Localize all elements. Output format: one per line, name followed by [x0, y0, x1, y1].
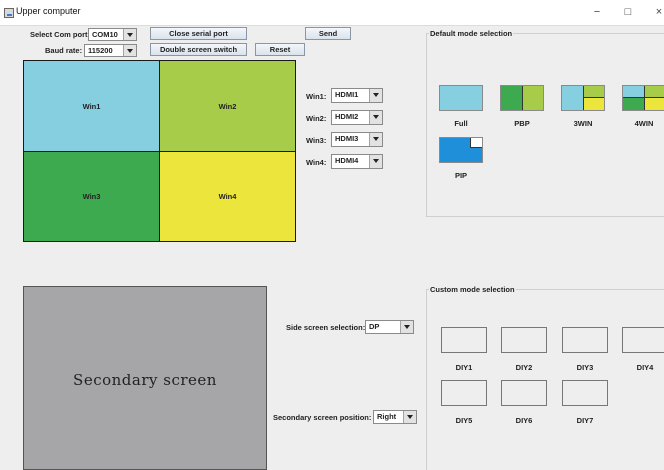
send-button[interactable]: Send	[305, 27, 351, 40]
win2-source-value: HDMI2	[335, 112, 359, 121]
win4-source-select[interactable]: HDMI4	[331, 154, 383, 169]
win3-panel[interactable]: Win3	[23, 151, 160, 242]
secondary-screen-panel[interactable]: Secondary screen	[23, 286, 267, 470]
diy2-preview	[501, 327, 547, 353]
diy3-label: DIY3	[576, 363, 594, 372]
diy5-preview	[441, 380, 487, 406]
close-serial-port-button[interactable]: Close serial port	[150, 27, 247, 40]
chevron-down-icon[interactable]	[369, 155, 382, 168]
side-screen-label: Side screen selection:	[286, 323, 366, 332]
win2-panel[interactable]: Win2	[159, 60, 296, 152]
window-title: Upper computer	[16, 6, 81, 16]
mode-3win[interactable]: 3WIN	[561, 85, 605, 129]
diy5-label: DIY5	[455, 416, 473, 425]
diy7-label: DIY7	[576, 416, 594, 425]
title-bar: Upper computer − □ ×	[0, 0, 664, 26]
diy3-preview	[562, 327, 608, 353]
diy4-label: DIY4	[636, 363, 654, 372]
win4-source-label: Win4:	[306, 158, 327, 167]
mode-4win[interactable]: 4WIN	[622, 85, 664, 129]
chevron-down-icon[interactable]	[400, 321, 413, 333]
chevron-down-icon[interactable]	[369, 89, 382, 102]
diy2-label: DIY2	[515, 363, 533, 372]
pip-layout-icon	[439, 137, 483, 163]
secondary-position-label: Secondary screen position:	[273, 413, 372, 422]
default-mode-title: Default mode selection	[429, 29, 514, 38]
diy6-label: DIY6	[515, 416, 533, 425]
win2-source-label: Win2:	[306, 114, 327, 123]
full-layout-icon	[439, 85, 483, 111]
mode-pbp[interactable]: PBP	[500, 85, 544, 129]
close-button[interactable]: ×	[650, 4, 664, 20]
mode-4win-label: 4WIN	[634, 119, 654, 128]
mode-full-label: Full	[454, 119, 468, 128]
secondary-screen-label: Secondary screen	[73, 371, 217, 389]
chevron-down-icon[interactable]	[403, 411, 416, 423]
pbp-layout-icon	[500, 85, 544, 111]
mode-pip-label: PIP	[454, 171, 468, 180]
maximize-button[interactable]: □	[619, 4, 637, 20]
secondary-position-select[interactable]: Right	[373, 410, 417, 424]
com-port-value: COM10	[92, 30, 118, 39]
mode-full[interactable]: Full	[439, 85, 483, 129]
diy1-slot[interactable]: DIY1	[441, 327, 487, 373]
chevron-down-icon[interactable]	[123, 45, 136, 56]
double-screen-switch-button[interactable]: Double screen switch	[150, 43, 247, 56]
win4-source-value: HDMI4	[335, 156, 359, 165]
custom-mode-title: Custom mode selection	[429, 285, 516, 294]
reset-button[interactable]: Reset	[255, 43, 305, 56]
side-screen-value: DP	[369, 322, 380, 331]
mode-pbp-label: PBP	[514, 119, 530, 128]
com-port-label: Select Com port :	[30, 30, 93, 39]
win1-source-select[interactable]: HDMI1	[331, 88, 383, 103]
win1-source-value: HDMI1	[335, 90, 359, 99]
mode-3win-label: 3WIN	[573, 119, 593, 128]
diy2-slot[interactable]: DIY2	[501, 327, 547, 373]
diy4-slot[interactable]: DIY4	[622, 327, 664, 373]
diy7-preview	[562, 380, 608, 406]
chevron-down-icon[interactable]	[369, 133, 382, 146]
mode-pip[interactable]: PIP	[439, 137, 483, 181]
default-mode-group: Default mode selection Full PBP 3WIN 4WI…	[426, 29, 664, 217]
diy7-slot[interactable]: DIY7	[562, 380, 608, 426]
secondary-position-value: Right	[377, 412, 397, 421]
app-icon	[4, 8, 14, 18]
custom-mode-group: Custom mode selection DIY1 DIY2 DIY3 DIY…	[426, 285, 664, 470]
win2-source-select[interactable]: HDMI2	[331, 110, 383, 125]
win3-source-value: HDMI3	[335, 134, 359, 143]
baud-rate-value: 115200	[88, 46, 113, 55]
win4-panel[interactable]: Win4	[159, 151, 296, 242]
win1-source-label: Win1:	[306, 92, 327, 101]
side-screen-select[interactable]: DP	[365, 320, 414, 334]
diy5-slot[interactable]: DIY5	[441, 380, 487, 426]
chevron-down-icon[interactable]	[369, 111, 382, 124]
diy3-slot[interactable]: DIY3	[562, 327, 608, 373]
baud-rate-label: Baud rate:	[45, 46, 83, 55]
diy6-slot[interactable]: DIY6	[501, 380, 547, 426]
win3-source-select[interactable]: HDMI3	[331, 132, 383, 147]
chevron-down-icon[interactable]	[123, 29, 136, 40]
4win-layout-icon	[622, 85, 664, 111]
diy4-preview	[622, 327, 664, 353]
diy6-preview	[501, 380, 547, 406]
baud-rate-select[interactable]: 115200	[84, 44, 137, 57]
minimize-button[interactable]: −	[588, 4, 606, 20]
com-port-select[interactable]: COM10	[88, 28, 137, 41]
3win-layout-icon	[561, 85, 605, 111]
win1-panel[interactable]: Win1	[23, 60, 160, 152]
diy1-label: DIY1	[455, 363, 473, 372]
win3-source-label: Win3:	[306, 136, 327, 145]
diy1-preview	[441, 327, 487, 353]
